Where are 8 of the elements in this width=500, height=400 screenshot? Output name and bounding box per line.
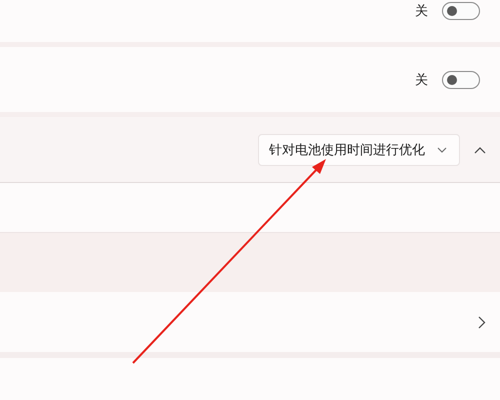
toggle-switch[interactable] xyxy=(442,2,480,20)
chevron-icon[interactable] xyxy=(474,146,486,154)
caret-icon xyxy=(437,146,447,152)
toggle-state-label: 关 xyxy=(415,3,428,20)
toggle-state-label: 关 xyxy=(415,72,428,88)
power-mode-dropdown[interactable]: 针对电池使用时间进行优化 xyxy=(258,134,460,166)
chevron-right-icon xyxy=(478,316,486,328)
toggle-switch[interactable] xyxy=(442,70,480,88)
